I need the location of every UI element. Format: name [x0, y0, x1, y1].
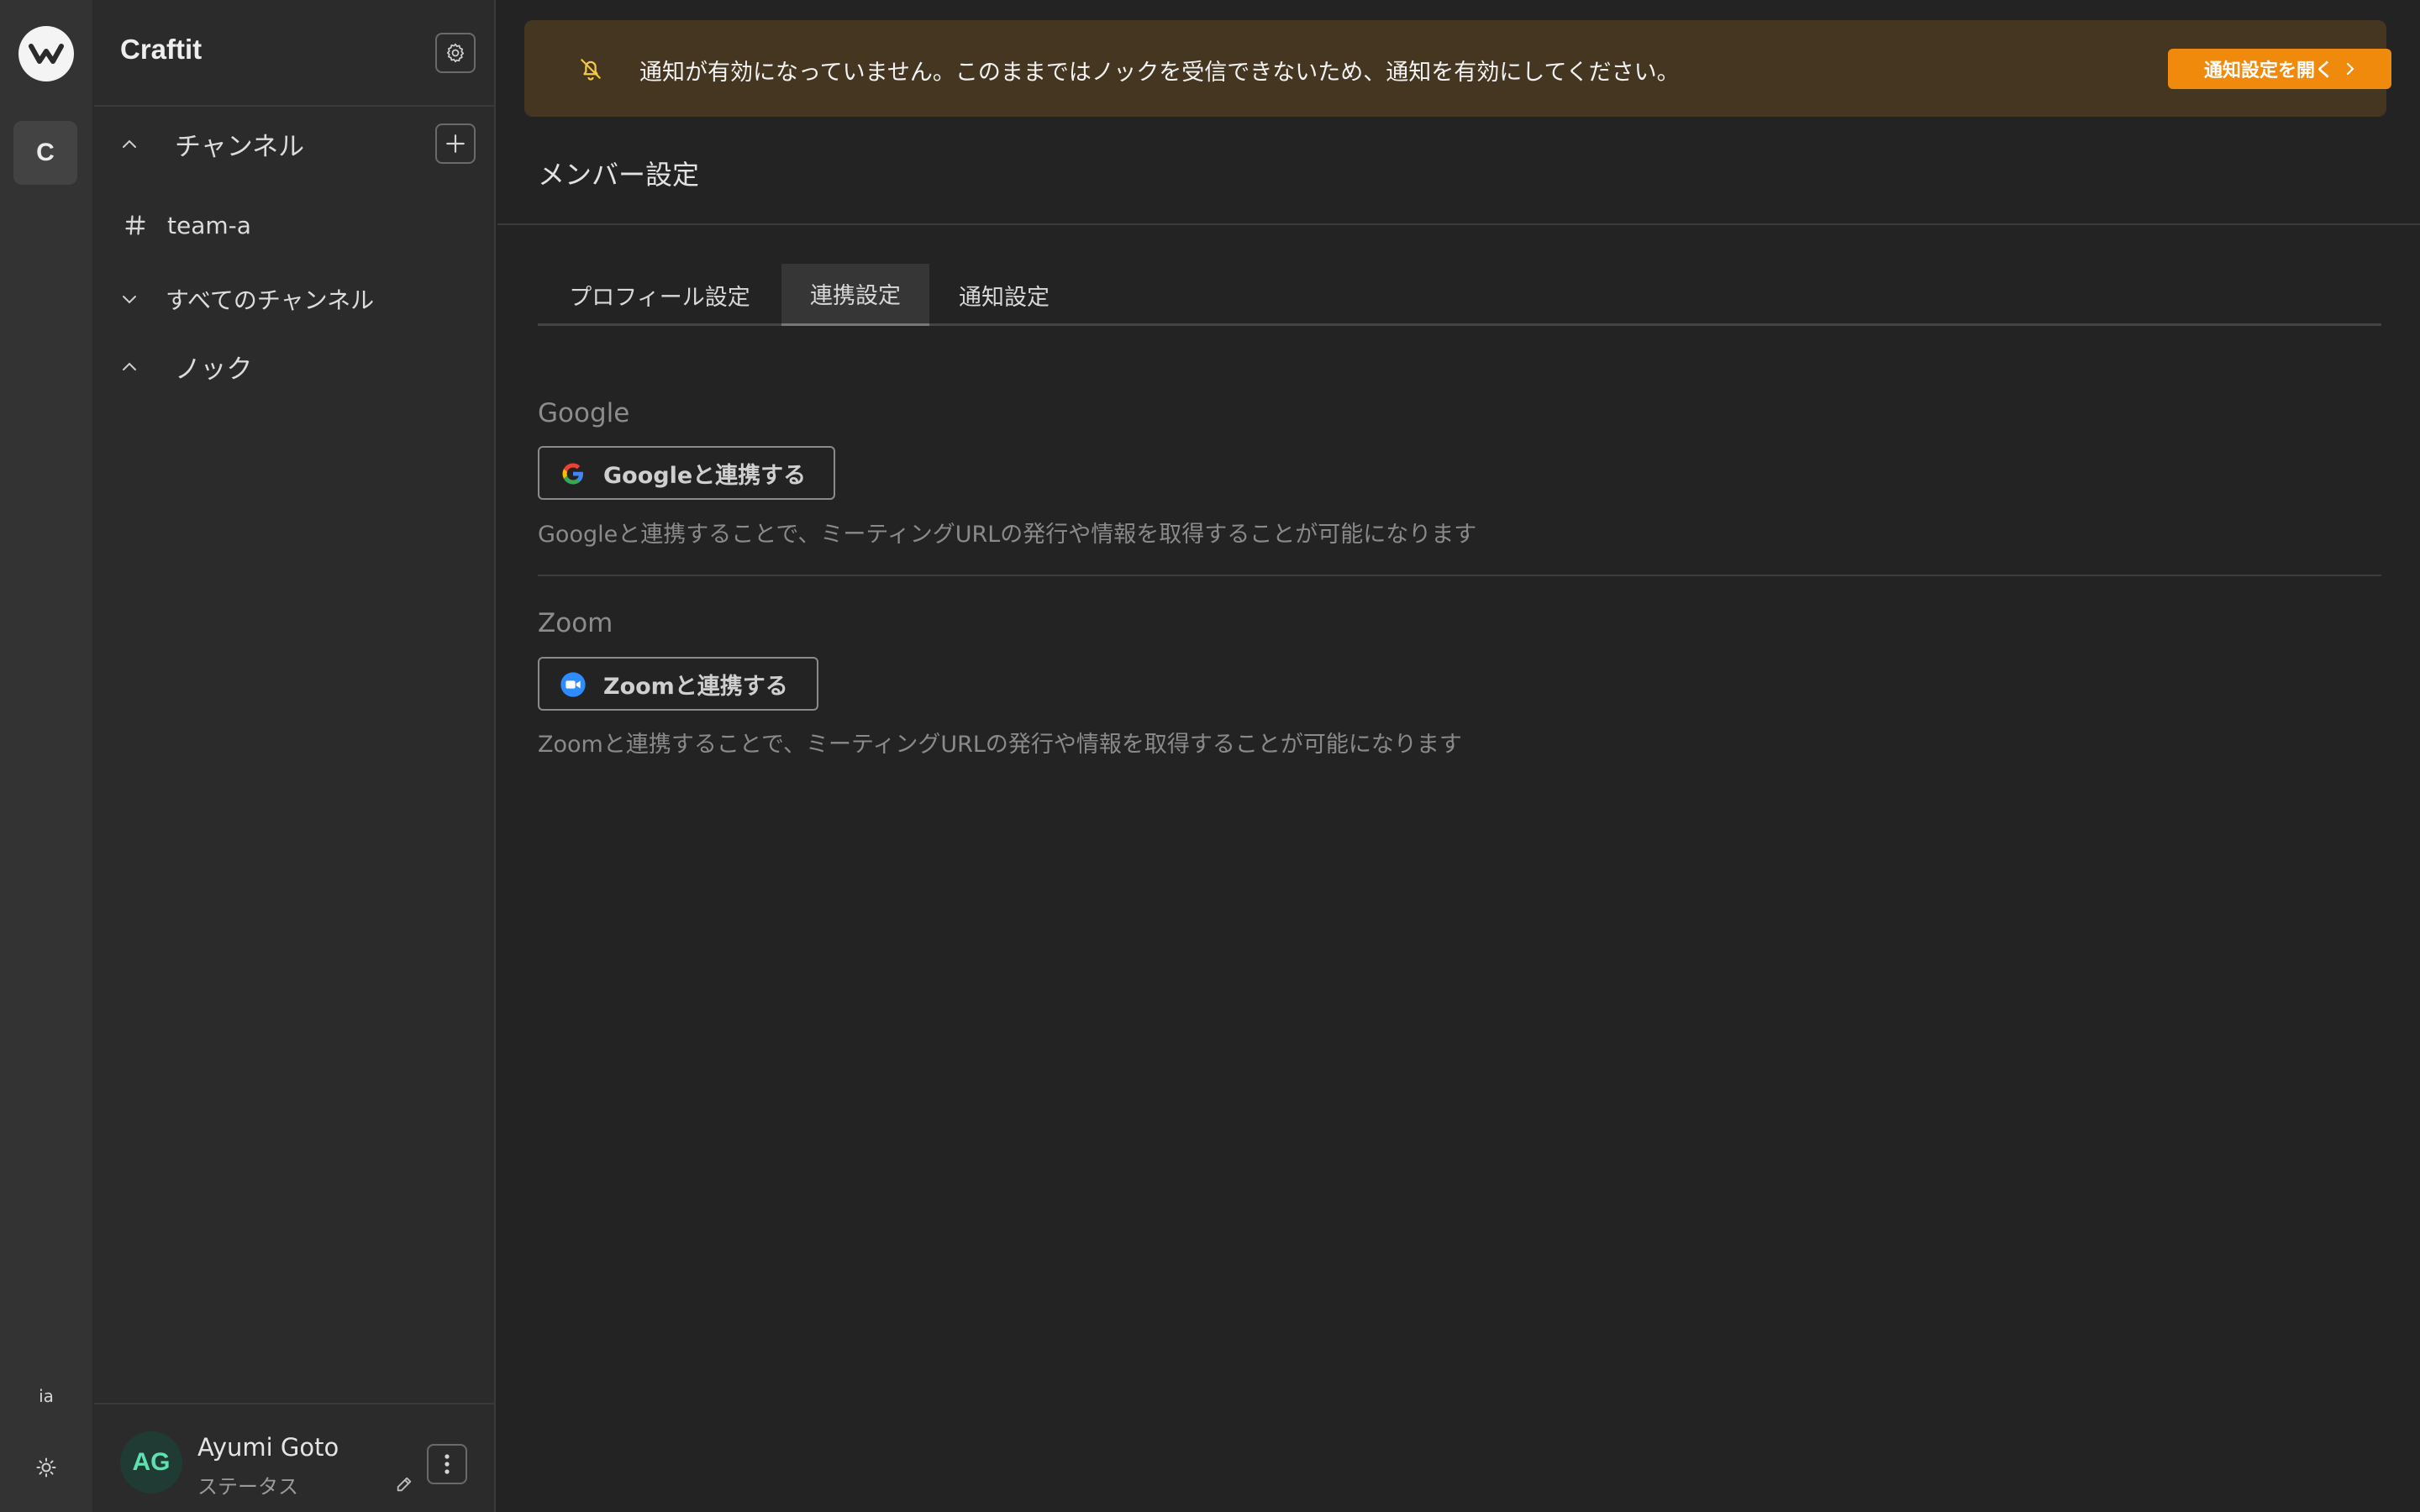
tab-profile-settings[interactable]: プロフィール設定	[538, 264, 781, 326]
workspace-rail: C ia	[0, 0, 94, 1512]
google-description: Googleと連携することで、ミーティングURLの発行や情報を取得することが可能…	[538, 522, 1477, 548]
open-notification-settings-button[interactable]: 通知設定を開く	[2168, 49, 2391, 89]
banner-message: 通知が有効になっていません。このままではノックを受信できないため、通知を有効にし…	[639, 60, 1680, 86]
chevron-down-icon	[119, 289, 139, 309]
add-channel-button[interactable]	[435, 123, 476, 164]
settings-tabs: プロフィール設定 連携設定 通知設定	[538, 264, 2381, 326]
main-content: 通知が有効になっていません。このままではノックを受信できないため、通知を有効にし…	[497, 0, 2420, 1512]
avatar[interactable]: AG	[120, 1431, 182, 1494]
section-all-channels-label: すべてのチャンネル	[166, 286, 375, 314]
page-title: メンバー設定	[538, 159, 700, 191]
app-root: C ia Craftit チャンネル team-a すべてのチャンネル ノック …	[0, 0, 2420, 1512]
section-knock-label: ノック	[175, 354, 253, 385]
plus-icon	[446, 134, 465, 153]
connect-zoom-label: Zoomと連携する	[603, 673, 788, 700]
edit-status-icon[interactable]	[393, 1473, 415, 1495]
banner-button-label: 通知設定を開く	[2203, 60, 2333, 81]
gear-icon	[446, 43, 465, 63]
workspace-name: Craftit	[120, 34, 203, 65]
section-knock-toggle[interactable]: ノック	[94, 341, 494, 391]
tab-notification-settings[interactable]: 通知設定	[929, 264, 1079, 326]
user-name: Ayumi Goto	[197, 1433, 339, 1462]
app-logo-icon[interactable]	[18, 26, 74, 81]
section-divider	[538, 575, 2381, 576]
language-toggle[interactable]: ia	[0, 1386, 92, 1406]
zoom-icon	[560, 671, 587, 698]
channel-item-team-a[interactable]: team-a	[94, 200, 494, 250]
header-divider	[497, 223, 2420, 225]
section-channels-toggle[interactable]: チャンネル	[94, 118, 494, 169]
user-menu-button[interactable]	[427, 1444, 467, 1484]
channel-name: team-a	[167, 211, 251, 239]
chevron-up-icon	[119, 134, 139, 154]
hash-icon	[123, 213, 148, 238]
tab-integration-settings[interactable]: 連携設定	[781, 264, 929, 326]
section-all-channels-toggle[interactable]: すべてのチャンネル	[94, 274, 494, 324]
chevron-up-icon	[119, 356, 139, 376]
zoom-section-title: Zoom	[538, 608, 613, 638]
user-status[interactable]: ステータス	[197, 1470, 298, 1499]
google-icon	[560, 460, 587, 487]
google-section-title: Google	[538, 398, 630, 428]
sidebar-header: Craftit	[94, 0, 494, 107]
connect-zoom-button[interactable]: Zoomと連携する	[538, 657, 818, 711]
notification-warning-banner: 通知が有効になっていません。このままではノックを受信できないため、通知を有効にし…	[524, 20, 2391, 117]
connect-google-label: Googleと連携する	[603, 462, 807, 489]
channel-sidebar: Craftit チャンネル team-a すべてのチャンネル ノック AG Ay…	[94, 0, 496, 1512]
more-vertical-icon	[445, 1454, 450, 1474]
connect-google-button[interactable]: Googleと連携する	[538, 446, 835, 500]
section-channels-label: チャンネル	[175, 131, 305, 162]
user-panel: AG Ayumi Goto ステータス	[94, 1403, 494, 1512]
bell-off-icon	[576, 55, 605, 83]
workspace-settings-button[interactable]	[435, 33, 476, 73]
workspace-switcher-button[interactable]: C	[13, 121, 77, 185]
zoom-description: Zoomと連携することで、ミーティングURLの発行や情報を取得することが可能にな…	[538, 732, 1462, 758]
theme-toggle-icon[interactable]	[32, 1453, 60, 1482]
chevron-right-icon	[2346, 62, 2354, 76]
